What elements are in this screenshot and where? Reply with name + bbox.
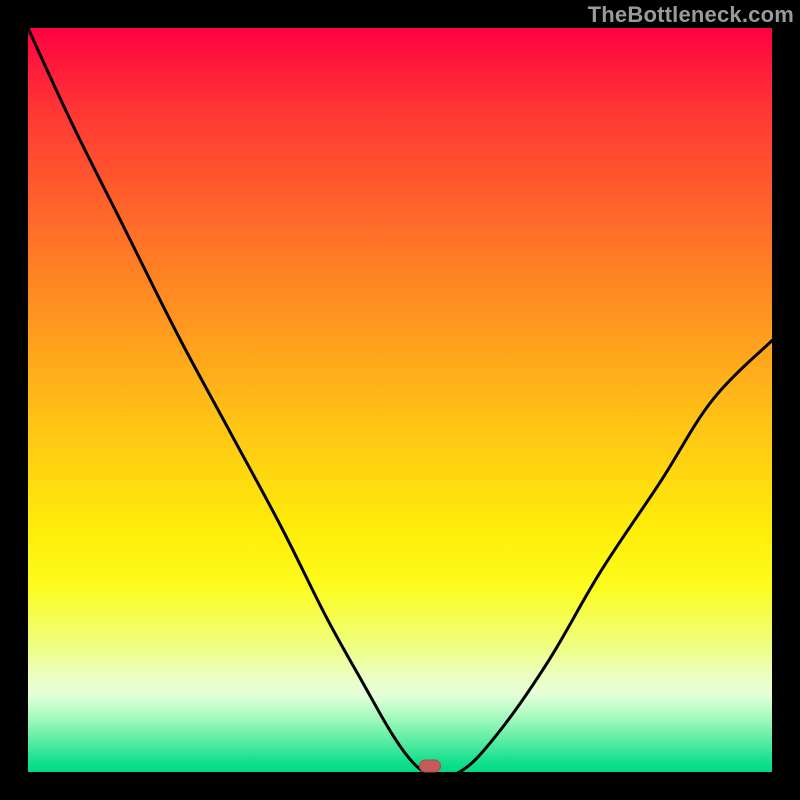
curve-path	[28, 28, 772, 772]
min-marker	[419, 760, 441, 773]
plot-area	[28, 28, 772, 772]
watermark-text: TheBottleneck.com	[588, 2, 794, 28]
chart-frame: TheBottleneck.com	[0, 0, 800, 800]
bottleneck-curve	[28, 28, 772, 772]
